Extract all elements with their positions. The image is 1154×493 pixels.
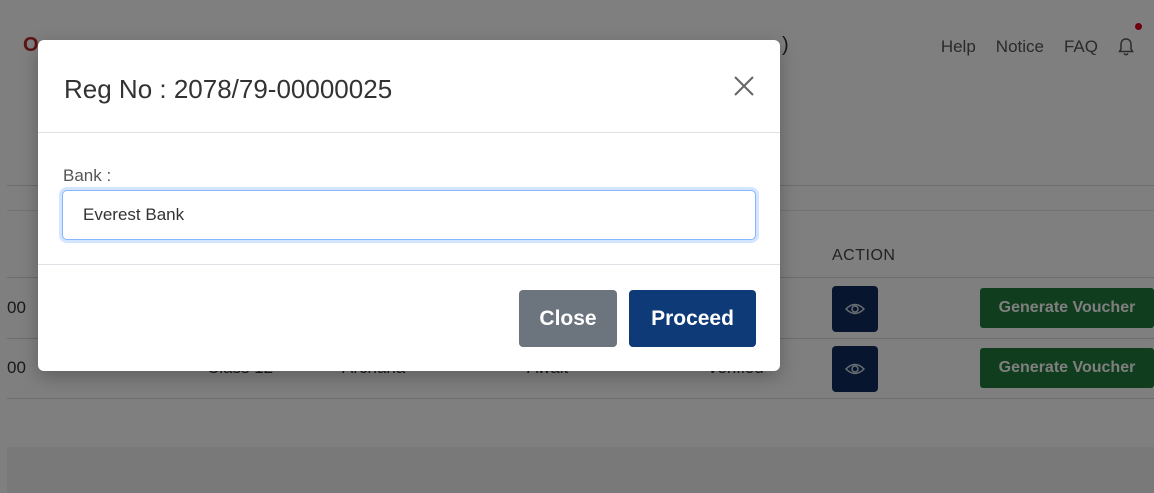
proceed-button[interactable]: Proceed	[629, 290, 756, 347]
modal-divider	[38, 132, 780, 133]
bank-modal: Reg No : 2078/79-00000025 Bank : Close P…	[38, 40, 780, 371]
bank-label: Bank :	[63, 166, 112, 185]
close-icon[interactable]	[732, 74, 756, 98]
screen: O ) Help Notice FAQ ACTION 00	[0, 0, 1154, 493]
modal-title: Reg No : 2078/79-00000025	[64, 74, 393, 104]
bank-input[interactable]	[62, 190, 756, 240]
close-button[interactable]: Close	[519, 290, 617, 347]
modal-divider	[38, 264, 780, 265]
